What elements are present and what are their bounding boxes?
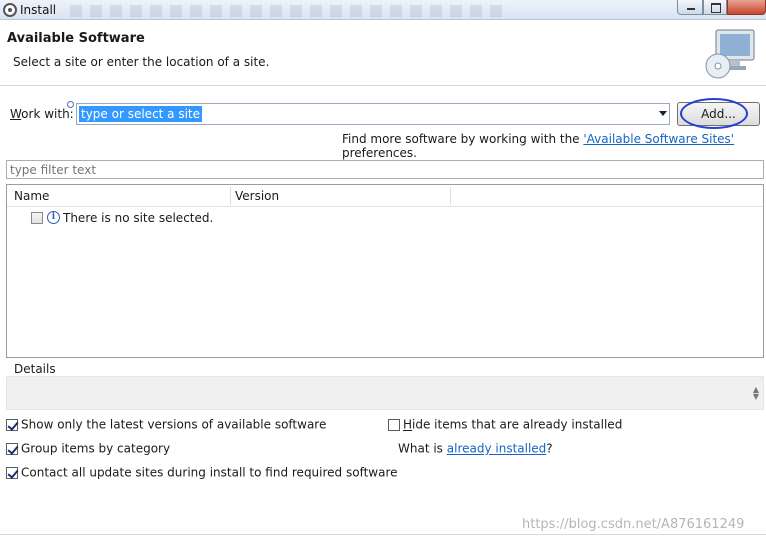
minimize-button[interactable] — [677, 0, 703, 15]
row-checkbox[interactable] — [31, 211, 43, 224]
window-title: Install — [20, 3, 57, 17]
group-by-category-option[interactable]: Group items by category — [6, 441, 170, 456]
column-divider[interactable] — [450, 187, 451, 205]
page-description: Select a site or enter the location of a… — [13, 55, 270, 69]
bottom-divider — [0, 534, 766, 535]
info-icon: i — [47, 211, 60, 224]
details-area: ▲ ▼ — [6, 376, 764, 410]
background-toolbar — [70, 5, 510, 17]
add-site-button[interactable]: Add... — [677, 102, 760, 126]
show-latest-checkbox[interactable] — [6, 418, 18, 431]
header-banner: Available Software Select a site or ente… — [0, 20, 766, 86]
details-label: Details — [14, 362, 56, 376]
contact-sites-option[interactable]: Contact all update sites during install … — [6, 465, 398, 480]
hide-installed-option[interactable]: Hide items that are already installed — [388, 417, 622, 432]
work-with-value[interactable]: type or select a site — [79, 106, 203, 122]
filter-input[interactable] — [6, 160, 764, 179]
show-latest-option[interactable]: Show only the latest versions of availab… — [6, 417, 326, 432]
tree-row: i There is no site selected. — [31, 210, 213, 226]
column-divider[interactable] — [230, 187, 231, 205]
already-installed-text: What is already installed? — [398, 441, 553, 456]
already-installed-link[interactable]: already installed — [447, 442, 547, 456]
chevron-down-icon[interactable] — [659, 111, 667, 116]
column-name[interactable]: Name — [14, 189, 49, 203]
maximize-button[interactable] — [703, 0, 727, 15]
more-software-text: Find more software by working with the '… — [342, 132, 735, 160]
install-monitor-icon — [705, 29, 755, 79]
group-by-category-checkbox[interactable] — [6, 442, 18, 455]
eclipse-app-icon — [3, 3, 17, 17]
page-title: Available Software — [7, 31, 145, 46]
contact-sites-checkbox[interactable] — [6, 466, 18, 479]
tree-header: Name Version — [7, 185, 763, 207]
available-software-sites-link[interactable]: 'Available Software Sites' — [583, 132, 734, 146]
work-with-label: Work with: — [10, 107, 74, 121]
details-scroll-arrows[interactable]: ▲ ▼ — [753, 386, 759, 401]
close-button[interactable] — [727, 0, 766, 15]
software-tree[interactable]: Name Version i There is no site selected. — [6, 184, 764, 358]
hide-installed-checkbox[interactable] — [388, 418, 400, 431]
info-decoration-icon — [67, 101, 74, 108]
work-with-combo[interactable]: type or select a site — [76, 103, 670, 125]
no-site-message: There is no site selected. — [63, 210, 214, 225]
column-version[interactable]: Version — [235, 189, 279, 203]
watermark: https://blog.csdn.net/A876161249 — [522, 517, 745, 532]
title-bar: Install — [0, 0, 766, 20]
